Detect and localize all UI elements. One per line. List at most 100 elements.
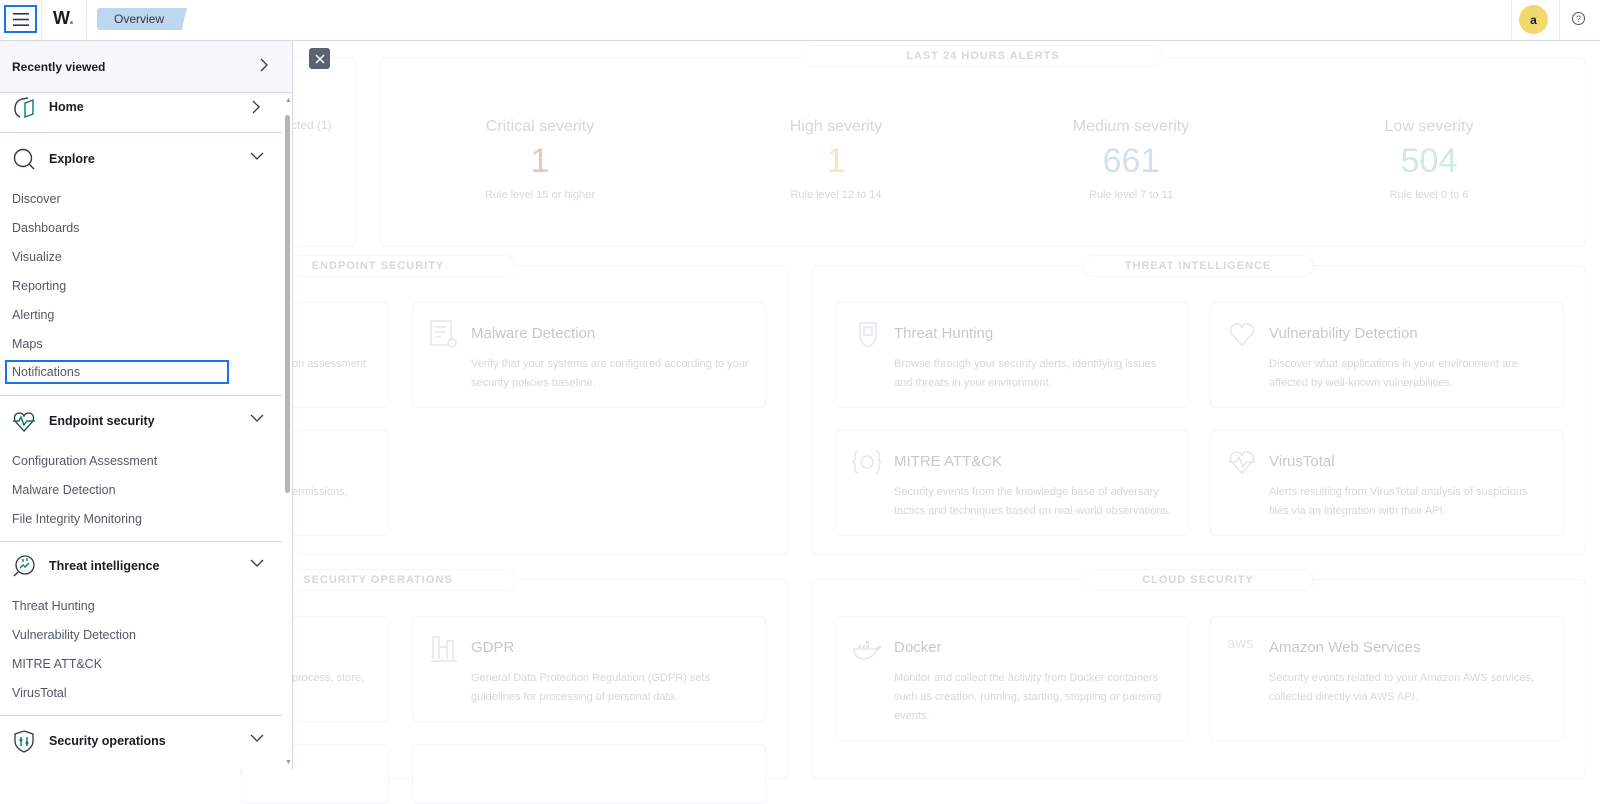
chevron-right-icon — [260, 58, 268, 72]
cloud-security-panel: Docker Monitor and collect the activity … — [811, 579, 1586, 779]
card-desc: Monitor and collect the activity from Do… — [894, 672, 1162, 722]
nav-item-malware-detection[interactable]: Malware Detection — [12, 483, 116, 497]
logo-dot: . — [69, 8, 75, 28]
nav-item-notifications[interactable]: Notifications — [5, 360, 229, 384]
threat-intel-icon — [13, 555, 35, 577]
header-divider — [86, 0, 87, 40]
nav-group-explore[interactable]: Explore — [0, 139, 282, 179]
help-icon[interactable]: ? — [1572, 12, 1585, 25]
chevron-down-icon — [250, 414, 264, 422]
nav-item-virustotal[interactable]: VirusTotal — [12, 686, 67, 700]
nav-group-security-operations[interactable]: Security operations — [0, 721, 282, 761]
card-title: Malware Detection — [471, 325, 596, 342]
stat-label: Medium severity — [1072, 118, 1190, 135]
header-divider — [41, 0, 42, 40]
stat-value: 504 — [1400, 142, 1458, 180]
nav-item-discover[interactable]: Discover — [12, 192, 61, 206]
card-title: VirusTotal — [1269, 453, 1335, 470]
nav-item-threat-hunting[interactable]: Threat Hunting — [12, 599, 95, 613]
low-severity-stat[interactable]: Low severity 504 Rule level 0 to 6 — [1309, 118, 1549, 201]
virustotal-card[interactable]: VirusTotal Alerts resulting from VirusTo… — [1210, 430, 1564, 536]
critical-severity-stat[interactable]: Critical severity 1 Rule level 15 or hig… — [420, 118, 660, 201]
recently-viewed-toggle[interactable]: Recently viewed — [0, 41, 292, 93]
broken-heart-icon — [1229, 323, 1255, 347]
high-severity-stat[interactable]: High severity 1 Rule level 12 to 14 — [716, 118, 956, 201]
stat-desc: Rule level 0 to 6 — [1389, 189, 1469, 201]
nav-item-reporting[interactable]: Reporting — [12, 279, 66, 293]
card-desc: Alerts resulting from VirusTotal analysi… — [1269, 486, 1528, 517]
card-title: MITRE ATT&CK — [894, 453, 1003, 470]
nav-group-label: Endpoint security — [49, 414, 155, 428]
card-title: Threat Hunting — [894, 325, 994, 342]
shield-icon — [14, 730, 34, 753]
divider — [0, 541, 282, 542]
divider — [0, 715, 282, 716]
scroll-up-arrow[interactable]: ▲ — [285, 97, 292, 104]
close-menu-button[interactable] — [309, 48, 330, 69]
card-title: Amazon Web Services — [1269, 639, 1421, 656]
card-desc: process, store, — [292, 672, 365, 684]
nav-group-label: Home — [49, 100, 84, 114]
card-desc: General Data Protection Regulation (GDPR… — [471, 672, 711, 703]
card-title: Docker — [894, 639, 942, 656]
gdpr-card[interactable]: GDPR General Data Protection Regulation … — [412, 616, 766, 722]
nav-item-vulnerability-detection[interactable]: Vulnerability Detection — [12, 628, 136, 642]
chevron-down-icon — [250, 734, 264, 742]
nav-item-alerting[interactable]: Alerting — [12, 308, 54, 322]
home-icon — [14, 97, 34, 119]
search-icon — [13, 148, 35, 170]
card-desc: Verify that your systems are configured … — [471, 358, 749, 389]
shield-hunt-icon — [859, 322, 877, 348]
nav-item-configuration-assessment[interactable]: Configuration Assessment — [12, 454, 157, 468]
alerts-section-title: LAST 24 HOURS ALERTS — [803, 45, 1163, 67]
cloud-security-title: CLOUD SECURITY — [1082, 569, 1314, 591]
nav-item-file-integrity-monitoring[interactable]: File Integrity Monitoring — [12, 512, 142, 526]
nav-item-mitre-attack[interactable]: MITRE ATT&CK — [12, 657, 102, 671]
gdpr-icon — [431, 636, 457, 662]
card-title: Vulnerability Detection — [1269, 325, 1418, 342]
nav-group-endpoint-security[interactable]: Endpoint security — [0, 401, 282, 441]
nist-card[interactable] — [412, 744, 766, 804]
document-gear-icon — [430, 320, 457, 348]
header-divider — [1559, 0, 1560, 40]
card-desc: on assessment — [292, 358, 366, 370]
threat-intelligence-title: THREAT INTELLIGENCE — [1082, 255, 1314, 277]
medium-severity-stat[interactable]: Medium severity 661 Rule level 7 to 11 — [1011, 118, 1251, 201]
card-desc: ermissions, — [292, 486, 348, 498]
hamburger-icon — [12, 12, 29, 26]
nav-item-maps[interactable]: Maps — [12, 337, 43, 351]
aws-card[interactable]: aws Amazon Web Services Security events … — [1210, 616, 1564, 741]
logo-text: W — [53, 8, 69, 28]
vulnerability-detection-card[interactable]: Vulnerability Detection Discover what ap… — [1210, 302, 1564, 408]
malware-detection-card[interactable]: Malware Detection Verify that your syste… — [412, 302, 766, 408]
card-title: GDPR — [471, 639, 515, 656]
breadcrumb-overview[interactable]: Overview — [97, 8, 187, 30]
heart-pulse-icon — [1229, 451, 1255, 475]
navigation-sidebar: Recently viewed Home Explore Discover Da… — [0, 41, 293, 769]
heart-pulse-icon — [13, 412, 35, 432]
recently-viewed-label: Recently viewed — [12, 59, 106, 74]
nav-item-dashboards[interactable]: Dashboards — [12, 221, 79, 235]
nav-group-label: Explore — [49, 152, 95, 166]
stat-desc: Rule level 15 or higher — [484, 189, 596, 201]
card-desc: Security events related to your Amazon A… — [1269, 672, 1534, 703]
user-avatar[interactable]: a — [1519, 5, 1548, 34]
stat-label: High severity — [789, 118, 883, 135]
stat-desc: Rule level 7 to 11 — [1088, 189, 1174, 201]
docker-card[interactable]: Docker Monitor and collect the activity … — [835, 616, 1189, 741]
app-logo[interactable]: W. — [53, 8, 74, 29]
mitre-attack-card[interactable]: MITRE ATT&CK Security events from the kn… — [835, 430, 1189, 536]
nav-item-visualize[interactable]: Visualize — [12, 250, 62, 264]
sidebar-scroll-thumb[interactable] — [285, 115, 290, 493]
stat-label: Low severity — [1384, 118, 1474, 135]
nav-group-threat-intelligence[interactable]: Threat intelligence — [0, 546, 282, 586]
nav-group-label: Threat intelligence — [49, 559, 160, 573]
stat-desc: Rule level 12 to 14 — [790, 189, 882, 201]
menu-toggle-button[interactable] — [4, 5, 37, 33]
nav-group-label: Security operations — [49, 734, 166, 748]
scroll-down-arrow[interactable]: ▼ — [285, 759, 292, 766]
nav-group-home[interactable]: Home — [0, 87, 282, 127]
stat-label: Critical severity — [485, 118, 595, 135]
threat-hunting-card[interactable]: Threat Hunting Browse through your secur… — [835, 302, 1189, 408]
agents-partial-text: cted (1) — [291, 118, 332, 132]
